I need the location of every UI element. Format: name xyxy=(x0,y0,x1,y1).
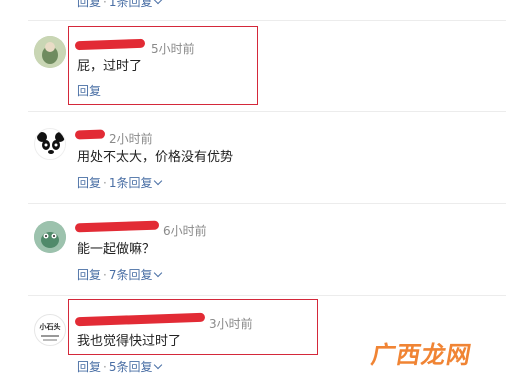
avatar[interactable]: 小石头 xyxy=(34,314,66,346)
redaction-mark xyxy=(74,129,106,140)
chevron-down-icon[interactable] xyxy=(154,360,163,370)
highlight-box xyxy=(68,26,258,105)
highlight-box xyxy=(68,299,318,355)
chevron-down-icon[interactable] xyxy=(154,268,163,278)
chevron-down-icon[interactable] xyxy=(154,176,163,186)
comment-meta: 6小时前 xyxy=(74,219,207,238)
avatar-image xyxy=(34,36,66,68)
comment-actions: 回复 · 1条回复 xyxy=(77,0,163,10)
redaction-mark xyxy=(74,220,160,233)
comment-text: 能一起做嘛？ xyxy=(77,242,156,257)
avatar[interactable] xyxy=(34,128,66,160)
reply-link[interactable]: 回复 xyxy=(77,0,101,9)
divider xyxy=(28,111,506,112)
avatar-badge-text: 小石头 xyxy=(39,323,61,331)
avatar-image xyxy=(34,221,66,253)
comment-actions: 回复 · 7条回复 xyxy=(77,267,163,283)
comment-meta: 2小时前 xyxy=(74,127,153,146)
divider xyxy=(28,20,506,21)
avatar-stripe xyxy=(43,339,57,341)
thread-link[interactable]: 5条回复 xyxy=(109,360,153,374)
timestamp: 2小时前 xyxy=(109,132,153,146)
thread-link[interactable]: 1条回复 xyxy=(109,0,153,9)
username[interactable] xyxy=(74,219,160,235)
reply-link[interactable]: 回复 xyxy=(77,268,101,282)
separator: · xyxy=(103,176,107,190)
avatar[interactable] xyxy=(34,221,66,253)
separator: · xyxy=(103,268,107,282)
timestamp: 6小时前 xyxy=(163,224,207,238)
thread-link[interactable]: 1条回复 xyxy=(109,176,153,190)
avatar[interactable] xyxy=(34,36,66,68)
divider xyxy=(28,295,506,296)
reply-link[interactable]: 回复 xyxy=(77,176,101,190)
chevron-down-icon[interactable] xyxy=(154,0,163,5)
comment-actions: 回复 · 1条回复 xyxy=(77,175,163,191)
divider xyxy=(28,203,506,204)
panda-avatar-image xyxy=(36,130,65,159)
comment-text: 用处不太大，价格没有优势 xyxy=(77,150,234,165)
avatar-stripe xyxy=(41,335,59,337)
separator: · xyxy=(103,0,107,9)
reply-link[interactable]: 回复 xyxy=(77,360,101,374)
separator: · xyxy=(103,360,107,374)
username[interactable] xyxy=(74,127,106,143)
thread-link[interactable]: 7条回复 xyxy=(109,268,153,282)
watermark-logo: 广西龙网 xyxy=(369,340,475,369)
comment-actions: 回复 · 5条回复 xyxy=(77,359,163,375)
